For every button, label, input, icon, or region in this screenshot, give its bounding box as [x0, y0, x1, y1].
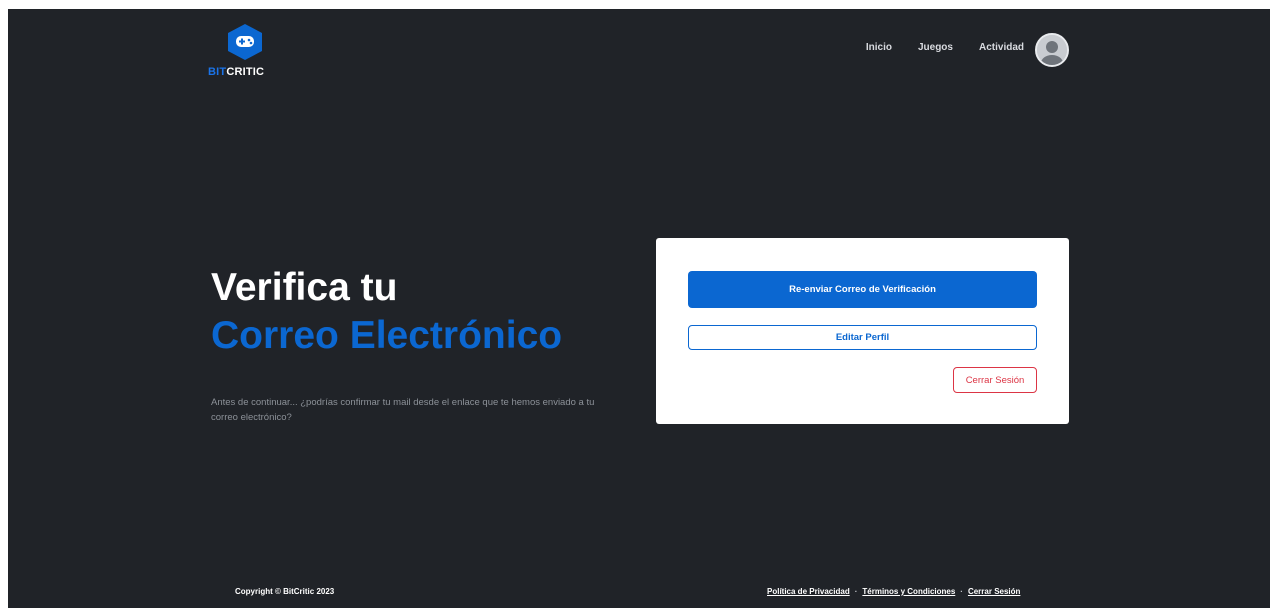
footer-link-logout[interactable]: Cerrar Sesión [968, 587, 1020, 596]
brand-name: BITCRITIC [208, 66, 264, 78]
page-title-line2: Correo Electrónico [211, 314, 563, 357]
brand-name-part2: CRITIC [226, 66, 265, 78]
footer-copyright: Copyright © BitCritic 2023 [235, 587, 335, 596]
gamepad-logo-icon [228, 24, 262, 60]
user-avatar-icon [1037, 35, 1067, 65]
nav-link-juegos[interactable]: Juegos [918, 42, 953, 53]
footer-separator: · [854, 587, 858, 596]
brand-name-part1: BIT [208, 66, 227, 78]
page-subtitle: Antes de continuar... ¿podrías confirmar… [211, 397, 595, 423]
nav-link-inicio[interactable]: Inicio [866, 42, 892, 53]
footer-link-privacy[interactable]: Política de Privacidad [767, 587, 850, 596]
edit-profile-button[interactable]: Editar Perfil [688, 325, 1037, 350]
footer-separator: · [960, 587, 963, 596]
page-title-line1: Verifica tu [211, 266, 398, 309]
nav-link-actividad[interactable]: Actividad [979, 42, 1024, 53]
verification-card: Re-enviar Correo de Verificación Editar … [656, 238, 1069, 424]
page-title: Verifica tu Correo Electrónico [211, 264, 562, 360]
brand-logo[interactable]: BITCRITIC [208, 24, 283, 78]
page-frame: BITCRITIC Inicio Juegos Actividad Verifi… [8, 9, 1270, 608]
logout-button[interactable]: Cerrar Sesión [953, 367, 1037, 393]
footer-links: Política de Privacidad · Términos y Condic… [767, 587, 1020, 596]
top-nav: Inicio Juegos Actividad [866, 42, 1024, 53]
footer-link-terms[interactable]: Términos y Condiciones [862, 587, 955, 596]
user-avatar[interactable] [1035, 33, 1069, 67]
resend-verification-button[interactable]: Re-enviar Correo de Verificación [688, 271, 1037, 308]
